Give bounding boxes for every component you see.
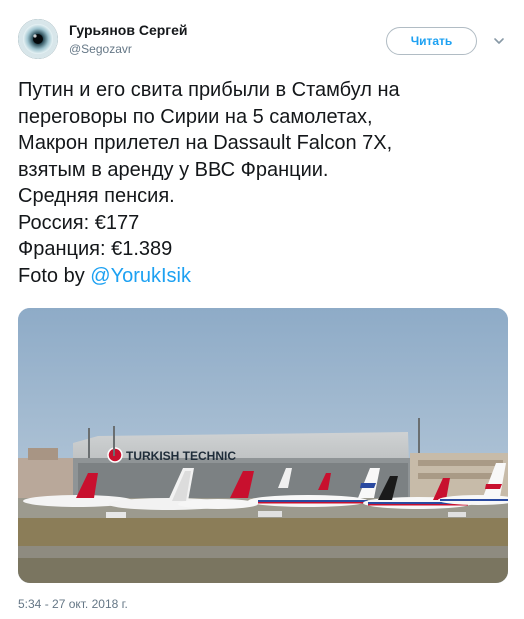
tweet-text-line: Средняя пенсия. bbox=[18, 185, 175, 207]
tweet-text-line: Путин и его свита прибыли в Стамбул на bbox=[18, 79, 400, 101]
tweet-text-line: Франция: €1.389 bbox=[18, 238, 173, 260]
follow-button[interactable]: Читать bbox=[386, 27, 477, 55]
airport-photo: TURKISH TECHNIC bbox=[18, 308, 508, 583]
mention-link[interactable]: @YorukIsik bbox=[90, 265, 191, 287]
tweet-text-line: взятым в аренду у ВВС Франции. bbox=[18, 158, 329, 181]
hangar-sign: TURKISH TECHNIC bbox=[126, 449, 236, 463]
tweet-text-line: Макрон прилетел на Dassault Falcon 7X, bbox=[18, 132, 393, 154]
chevron-down-icon[interactable] bbox=[492, 34, 506, 48]
tweet-card: Гурьянов Сергей @Segozavr Читать Путин и… bbox=[0, 0, 524, 619]
photo-credit: Foto by @YorukIsik bbox=[18, 263, 508, 290]
tweet-timestamp[interactable]: 5:34 - 27 окт. 2018 г. bbox=[18, 597, 128, 611]
avatar-eye-icon bbox=[18, 19, 58, 59]
tweet-text-line: переговоры по Сирии на 5 самолетах, bbox=[18, 105, 373, 128]
tweet-photo[interactable]: TURKISH TECHNIC bbox=[18, 308, 508, 583]
tweet-text-line: Россия: €177 bbox=[18, 211, 140, 234]
tweet-text: Путин и его свита прибыли в Стамбул на п… bbox=[18, 77, 508, 289]
photo-credit-prefix: Foto by bbox=[18, 264, 91, 287]
user-display-name[interactable]: Гурьянов Сергей bbox=[69, 22, 188, 38]
avatar[interactable] bbox=[18, 19, 58, 59]
user-handle[interactable]: @Segozavr bbox=[69, 42, 132, 56]
